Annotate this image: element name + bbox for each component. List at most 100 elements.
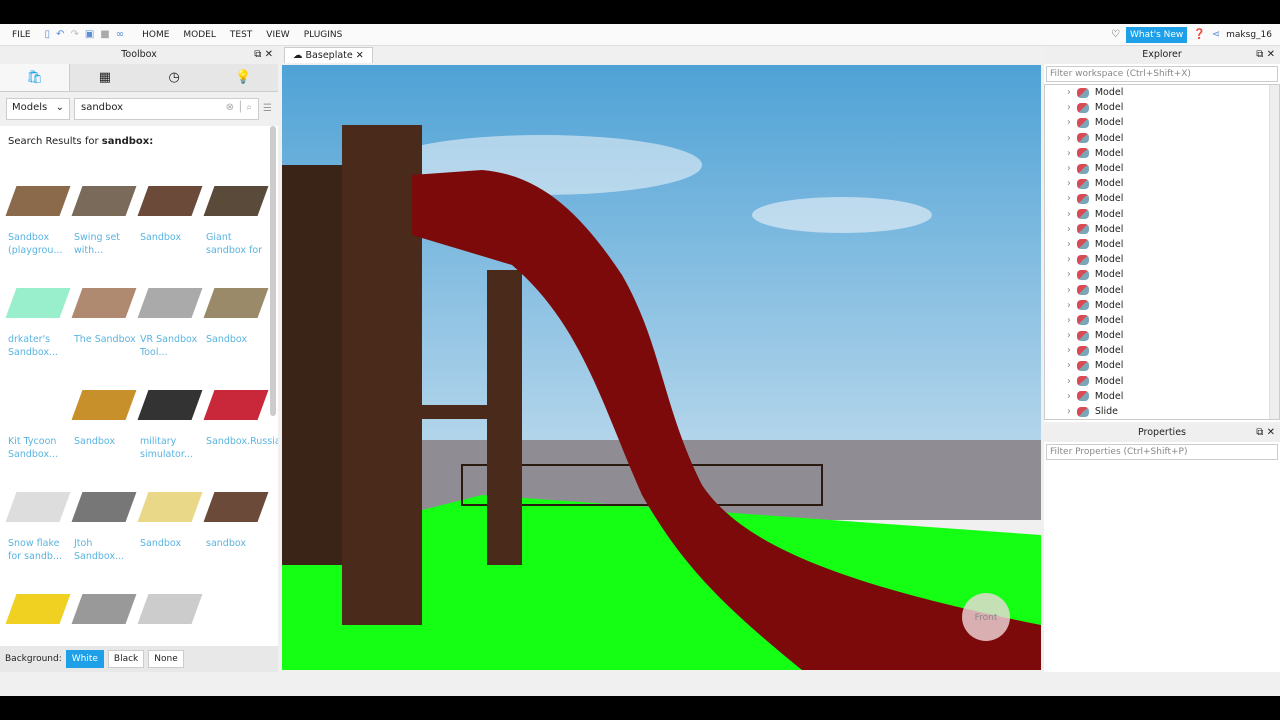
expand-chevron-icon[interactable]: › bbox=[1067, 269, 1071, 280]
properties-filter-input[interactable]: Filter Properties (Ctrl+Shift+P) bbox=[1046, 444, 1278, 460]
float-icon[interactable]: ⧉ bbox=[1256, 49, 1263, 60]
result-item[interactable]: sandbox bbox=[203, 477, 272, 571]
explorer-scrollbar[interactable] bbox=[1269, 85, 1279, 419]
expand-chevron-icon[interactable]: › bbox=[1067, 102, 1071, 113]
explorer-item[interactable]: › Model bbox=[1045, 176, 1279, 191]
result-item[interactable]: Snow flake for sandb... bbox=[5, 477, 74, 571]
explorer-item[interactable]: › Model bbox=[1045, 207, 1279, 222]
explorer-item[interactable]: › Model bbox=[1045, 282, 1279, 297]
explorer-item[interactable]: › Model bbox=[1045, 328, 1279, 343]
share-icon[interactable]: ⋖ bbox=[1212, 29, 1220, 40]
menu-home[interactable]: HOME bbox=[142, 30, 169, 40]
close-icon[interactable]: ✕ bbox=[1267, 49, 1275, 60]
result-item[interactable]: Swing set with... bbox=[71, 171, 140, 265]
expand-chevron-icon[interactable]: › bbox=[1067, 406, 1071, 417]
stop-icon[interactable]: ■ bbox=[100, 29, 109, 40]
result-item[interactable] bbox=[5, 579, 74, 641]
explorer-item[interactable]: › Model bbox=[1045, 237, 1279, 252]
result-item[interactable] bbox=[71, 579, 140, 641]
search-icon[interactable]: ⌕ bbox=[246, 102, 252, 113]
result-item[interactable] bbox=[203, 579, 272, 641]
expand-chevron-icon[interactable]: › bbox=[1067, 315, 1071, 326]
help-icon[interactable]: ❓ bbox=[1193, 29, 1205, 40]
clear-icon[interactable]: ⊗ bbox=[226, 102, 234, 113]
category-dropdown[interactable]: Models ⌄ bbox=[6, 98, 70, 120]
expand-chevron-icon[interactable]: › bbox=[1067, 148, 1071, 159]
explorer-item[interactable]: › Model bbox=[1045, 115, 1279, 130]
explorer-item[interactable]: › Model bbox=[1045, 298, 1279, 313]
result-item[interactable] bbox=[137, 579, 206, 641]
result-item[interactable]: Sandbox bbox=[71, 375, 140, 469]
expand-chevron-icon[interactable]: › bbox=[1067, 345, 1071, 356]
explorer-item[interactable]: › Model bbox=[1045, 343, 1279, 358]
explorer-item[interactable]: › Model bbox=[1045, 85, 1279, 100]
file-menu[interactable]: FILE bbox=[12, 30, 31, 40]
close-icon[interactable]: ✕ bbox=[1267, 427, 1275, 438]
tab-recent[interactable]: ◷ bbox=[140, 64, 209, 91]
bg-white-button[interactable]: White bbox=[65, 650, 104, 668]
user-menu[interactable]: maksg_16 bbox=[1226, 30, 1272, 40]
explorer-item[interactable]: › Model bbox=[1045, 267, 1279, 282]
result-item[interactable]: The Sandbox bbox=[71, 273, 140, 367]
menu-model[interactable]: MODEL bbox=[183, 30, 215, 40]
filter-settings-icon[interactable]: ☰ bbox=[263, 98, 272, 120]
tab-baseplate[interactable]: ☁ Baseplate ✕ bbox=[284, 47, 373, 63]
explorer-filter-input[interactable]: Filter workspace (Ctrl+Shift+X) bbox=[1046, 66, 1278, 82]
explorer-item[interactable]: › Slide bbox=[1045, 404, 1279, 419]
expand-chevron-icon[interactable]: › bbox=[1067, 117, 1071, 128]
explorer-item[interactable]: › Model bbox=[1045, 222, 1279, 237]
result-item[interactable]: military simulator... bbox=[137, 375, 206, 469]
explorer-item[interactable]: › Model bbox=[1045, 358, 1279, 373]
expand-chevron-icon[interactable]: › bbox=[1067, 391, 1071, 402]
bg-black-button[interactable]: Black bbox=[107, 650, 145, 668]
result-item[interactable]: drkater's Sandbox... bbox=[5, 273, 74, 367]
bg-none-button[interactable]: None bbox=[148, 650, 184, 668]
whats-new-button[interactable]: What's New bbox=[1125, 26, 1188, 43]
results-scrollbar[interactable] bbox=[270, 126, 276, 416]
explorer-item[interactable]: › Model bbox=[1045, 252, 1279, 267]
3d-scene[interactable]: Front bbox=[282, 65, 1041, 670]
close-icon[interactable]: ✕ bbox=[265, 49, 273, 60]
tab-creations[interactable]: 💡 bbox=[209, 64, 278, 91]
expand-chevron-icon[interactable]: › bbox=[1067, 193, 1071, 204]
undo-icon[interactable]: ↶ bbox=[56, 29, 64, 40]
redo-icon[interactable]: ↷ bbox=[70, 29, 78, 40]
tab-marketplace[interactable]: 🛍 bbox=[0, 64, 71, 91]
explorer-item[interactable]: › Model bbox=[1045, 131, 1279, 146]
result-item[interactable]: Sandbox bbox=[137, 477, 206, 571]
search-input[interactable]: sandbox ⊗ │ ⌕ bbox=[74, 98, 260, 120]
menu-plugins[interactable]: PLUGINS bbox=[304, 30, 343, 40]
explorer-item[interactable]: › Model bbox=[1045, 389, 1279, 404]
expand-chevron-icon[interactable]: › bbox=[1067, 360, 1071, 371]
expand-chevron-icon[interactable]: › bbox=[1067, 224, 1071, 235]
explorer-item[interactable]: › Model bbox=[1045, 161, 1279, 176]
result-item[interactable]: Sandbox bbox=[203, 273, 272, 367]
explorer-item[interactable]: › Model bbox=[1045, 146, 1279, 161]
result-item[interactable]: Kit Tycoon Sandbox... bbox=[5, 375, 74, 469]
expand-chevron-icon[interactable]: › bbox=[1067, 376, 1071, 387]
result-item[interactable]: VR Sandbox Tool... bbox=[137, 273, 206, 367]
binoculars-icon[interactable]: ∞ bbox=[116, 29, 124, 40]
explorer-item[interactable]: › Model bbox=[1045, 374, 1279, 389]
heart-icon[interactable]: ♡ bbox=[1111, 29, 1120, 40]
expand-chevron-icon[interactable]: › bbox=[1067, 254, 1071, 265]
viewport[interactable]: ☁ Baseplate ✕ Front bbox=[282, 46, 1041, 672]
explorer-item[interactable]: › Model bbox=[1045, 313, 1279, 328]
expand-chevron-icon[interactable]: › bbox=[1067, 133, 1071, 144]
result-item[interactable]: Jtoh Sandbox... bbox=[71, 477, 140, 571]
float-icon[interactable]: ⧉ bbox=[1256, 427, 1263, 438]
result-item[interactable]: Giant sandbox for bbox=[203, 171, 272, 265]
result-item[interactable]: Sandbox (playgrou... bbox=[5, 171, 74, 265]
result-item[interactable]: Sandbox bbox=[137, 171, 206, 265]
expand-chevron-icon[interactable]: › bbox=[1067, 330, 1071, 341]
explorer-item[interactable]: › Model bbox=[1045, 191, 1279, 206]
new-file-icon[interactable]: ▯ bbox=[45, 29, 51, 40]
expand-chevron-icon[interactable]: › bbox=[1067, 285, 1071, 296]
expand-chevron-icon[interactable]: › bbox=[1067, 87, 1071, 98]
menu-test[interactable]: TEST bbox=[230, 30, 252, 40]
float-icon[interactable]: ⧉ bbox=[254, 49, 261, 60]
expand-chevron-icon[interactable]: › bbox=[1067, 163, 1071, 174]
expand-chevron-icon[interactable]: › bbox=[1067, 209, 1071, 220]
publish-icon[interactable]: ▣ bbox=[85, 29, 94, 40]
close-tab-icon[interactable]: ✕ bbox=[356, 50, 364, 61]
